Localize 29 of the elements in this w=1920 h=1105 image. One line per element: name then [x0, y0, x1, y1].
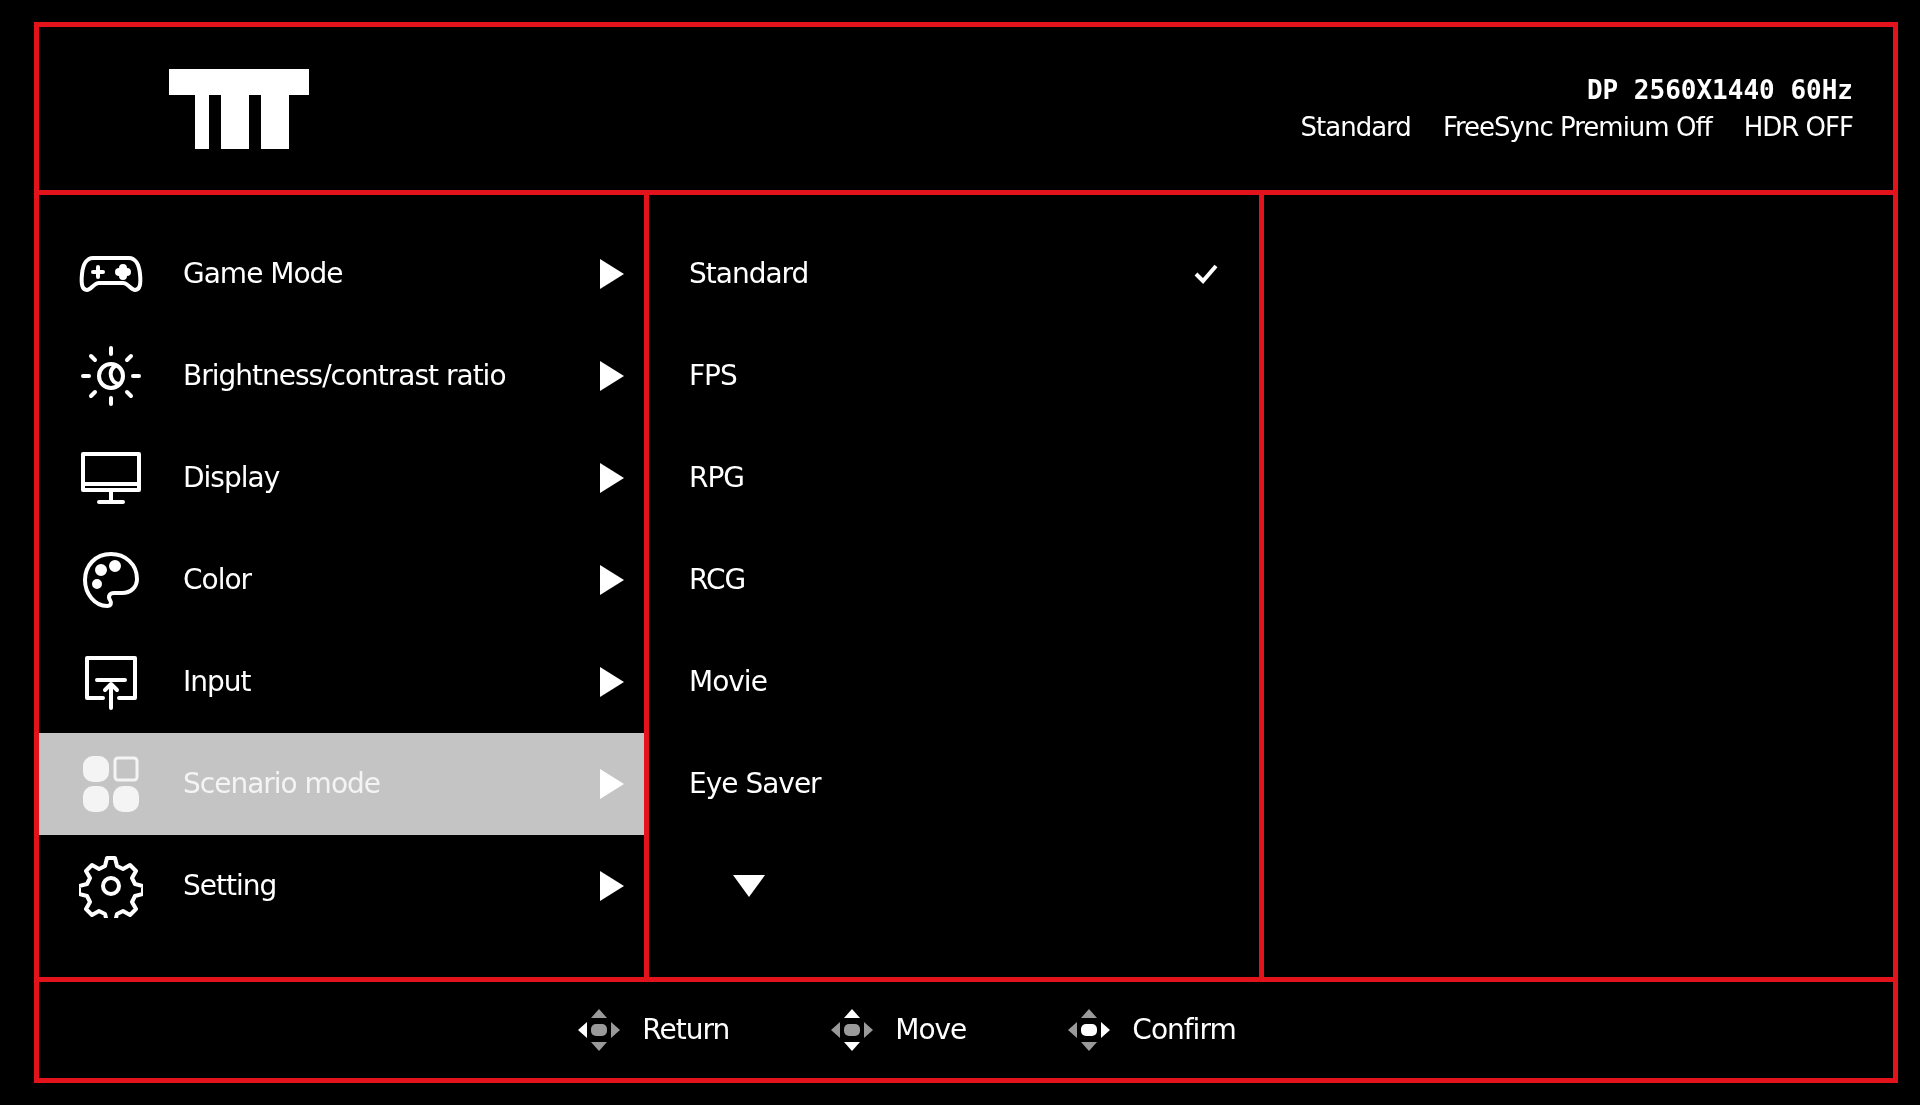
option-item[interactable]: RCG — [689, 559, 1219, 601]
settings-icon — [79, 854, 143, 918]
arrow-right-icon — [600, 769, 624, 799]
status-text: HDR OFF — [1743, 110, 1853, 143]
status-text: FreeSync Premium Off — [1442, 110, 1712, 143]
option-item[interactable]: Standard — [689, 253, 1193, 295]
hint-label: Move — [895, 1012, 967, 1048]
option-item[interactable]: FPS — [689, 355, 1219, 397]
menu-item[interactable]: Color — [39, 529, 644, 631]
signal-info: DP 2560X1440 60Hz — [1586, 74, 1853, 107]
arrow-right-icon — [600, 463, 624, 493]
menu-item[interactable]: Input — [39, 631, 644, 733]
menu-item[interactable]: Display — [39, 427, 644, 529]
menu-item[interactable]: Game Mode — [39, 223, 644, 325]
menu-item[interactable]: Setting — [39, 835, 644, 937]
option-item[interactable]: RPG — [689, 457, 1219, 499]
option-item[interactable]: Movie — [689, 661, 1219, 703]
logo-icon — [169, 68, 309, 149]
brightness-icon — [79, 344, 143, 408]
arrow-right-icon — [600, 667, 624, 697]
arrow-right-icon — [600, 871, 624, 901]
arrow-right-icon — [600, 259, 624, 289]
arrow-right-icon — [600, 565, 624, 595]
hint-label: Confirm — [1132, 1012, 1236, 1048]
arrow-right-icon — [600, 361, 624, 391]
status-text: Standard — [1300, 110, 1411, 143]
hint-label: Return — [642, 1012, 730, 1048]
menu-item[interactable]: Brightness/contrast ratio — [39, 325, 644, 427]
option-item[interactable]: Eye Saver — [689, 763, 1219, 805]
